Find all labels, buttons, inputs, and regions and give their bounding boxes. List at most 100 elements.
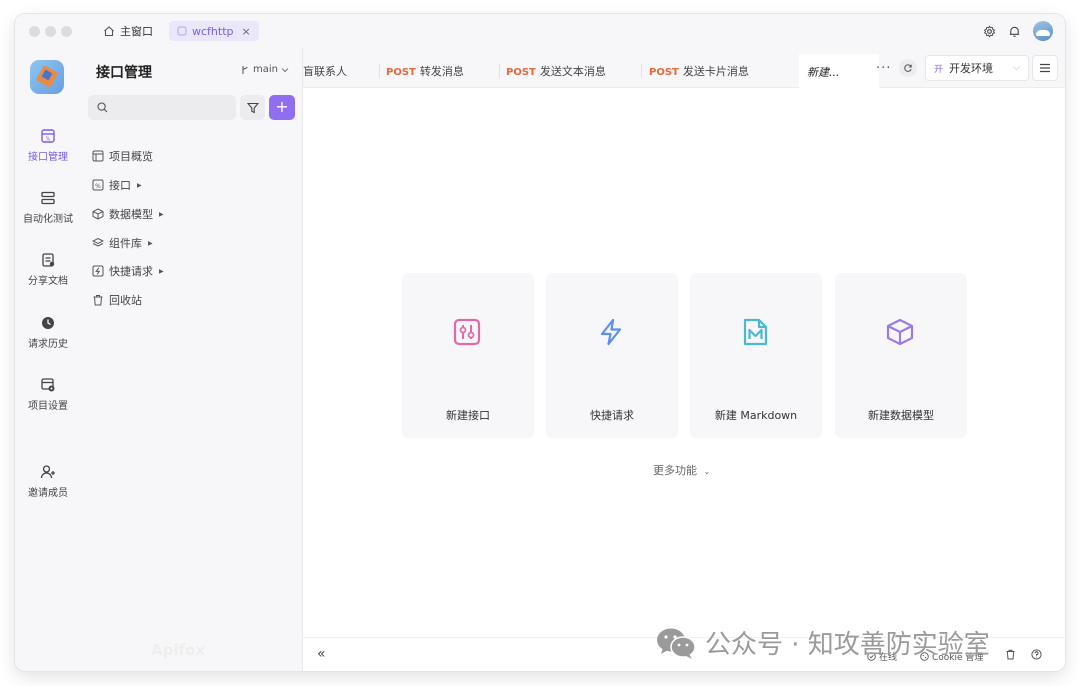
trash-icon[interactable] bbox=[1005, 649, 1016, 660]
history-icon bbox=[42, 317, 54, 329]
share-doc-icon bbox=[42, 253, 55, 267]
avatar[interactable] bbox=[1033, 21, 1053, 41]
tree-item-data-models[interactable]: 数据模型 ▶ bbox=[92, 205, 164, 223]
request-tab[interactable]: POST 转发消息 bbox=[386, 63, 464, 79]
window-close-control[interactable] bbox=[29, 26, 40, 37]
request-tab-active[interactable]: 新建... bbox=[799, 54, 879, 88]
tree-item-label: 项目概览 bbox=[109, 150, 153, 163]
environment-select[interactable]: 开 开发环境 ⌵ bbox=[925, 55, 1029, 81]
app-window: 主窗口 wcfhttp × % 接口管理 自动化测试 分享文档 请求历史 项目设… bbox=[15, 14, 1065, 671]
expand-caret-icon[interactable]: ▶ bbox=[159, 211, 164, 218]
wechat-watermark: 公众号 · 知攻善防实验室 bbox=[655, 624, 990, 661]
collapse-sidebar-button[interactable]: « bbox=[317, 646, 326, 662]
svg-text:%: % bbox=[95, 183, 101, 190]
tab-divider bbox=[641, 64, 642, 78]
tree-item-overview[interactable]: 项目概览 bbox=[92, 147, 153, 165]
close-icon[interactable]: × bbox=[242, 25, 251, 38]
more-features-label: 更多功能 bbox=[653, 464, 697, 477]
tree-item-quick-requests[interactable]: 快捷请求 ▶ bbox=[92, 262, 164, 280]
api-tree-panel: 接口管理 main + 项目概览 % 接口 ▶ 数据模型 ▶ 组件库 ▶ 快捷请… bbox=[81, 48, 303, 671]
branch-icon bbox=[242, 65, 248, 74]
help-icon[interactable] bbox=[1031, 649, 1042, 660]
more-features-toggle[interactable]: 更多功能 ⌄ bbox=[653, 462, 710, 478]
app-logo bbox=[30, 60, 64, 94]
request-tab[interactable]: POST 发送卡片消息 bbox=[649, 63, 749, 79]
tree-item-apis[interactable]: % 接口 ▶ bbox=[92, 176, 142, 194]
env-badge: 开 bbox=[934, 64, 944, 75]
expand-caret-icon[interactable]: ▶ bbox=[148, 240, 153, 247]
svg-text:%: % bbox=[46, 137, 51, 143]
window-tab-home[interactable]: 主窗口 bbox=[103, 21, 153, 41]
tab-divider bbox=[499, 64, 500, 78]
overview-icon bbox=[92, 150, 104, 162]
environment-label: 开发环境 bbox=[949, 62, 994, 75]
rail-item-invite[interactable]: 邀请成员 bbox=[15, 464, 81, 499]
cube-icon bbox=[92, 208, 104, 220]
card-label: 新建数据模型 bbox=[868, 409, 934, 422]
rail-item-history[interactable]: 请求历史 bbox=[15, 315, 81, 350]
request-tab[interactable]: 盲联系人 bbox=[303, 63, 347, 79]
filter-icon bbox=[246, 102, 259, 113]
window-zoom-control[interactable] bbox=[61, 26, 72, 37]
rail-item-automation[interactable]: 自动化测试 bbox=[15, 190, 81, 225]
tree-item-trash[interactable]: 回收站 bbox=[92, 291, 142, 309]
quick-request-card[interactable]: 快捷请求 bbox=[546, 273, 678, 438]
watermark-text: 公众号 · 知攻善防实验室 bbox=[705, 630, 990, 660]
search-input[interactable] bbox=[88, 95, 236, 120]
lightning-icon bbox=[600, 318, 622, 346]
trash-icon bbox=[93, 295, 103, 306]
new-markdown-card[interactable]: 新建 Markdown bbox=[690, 273, 822, 438]
tree-item-label: 接口 bbox=[109, 179, 131, 192]
gear-icon[interactable] bbox=[983, 25, 996, 38]
expand-caret-icon[interactable]: ▶ bbox=[137, 182, 142, 189]
card-label: 新建 Markdown bbox=[714, 409, 798, 422]
window-tab-label: 主窗口 bbox=[120, 25, 153, 38]
card-label: 快捷请求 bbox=[590, 409, 634, 422]
rail-item-label: 邀请成员 bbox=[28, 488, 68, 499]
new-data-model-card[interactable]: 新建数据模型 bbox=[835, 273, 967, 438]
bell-icon[interactable] bbox=[1008, 25, 1021, 38]
top-right-actions bbox=[983, 21, 1053, 41]
tree-item-label: 数据模型 bbox=[109, 208, 153, 221]
expand-caret-icon[interactable]: ▶ bbox=[159, 268, 164, 275]
rail-item-api-management[interactable]: % 接口管理 bbox=[15, 128, 81, 163]
request-tab-label: 转发消息 bbox=[419, 65, 464, 78]
rail-item-label: 分享文档 bbox=[28, 276, 68, 287]
window-tab-label: wcfhttp bbox=[192, 24, 234, 38]
branch-selector[interactable]: main bbox=[241, 64, 289, 75]
tree-item-label: 回收站 bbox=[109, 294, 142, 307]
http-method-badge: POST bbox=[386, 67, 416, 78]
rail-item-share-docs[interactable]: 分享文档 bbox=[15, 252, 81, 287]
tree-item-components[interactable]: 组件库 ▶ bbox=[92, 234, 153, 252]
refresh-icon bbox=[904, 64, 912, 72]
add-button[interactable]: + bbox=[269, 95, 295, 120]
request-tab-label: 发送卡片消息 bbox=[682, 65, 749, 78]
menu-button[interactable] bbox=[1032, 55, 1058, 81]
refresh-button[interactable] bbox=[899, 59, 917, 77]
cube-icon bbox=[886, 318, 914, 346]
new-api-card[interactable]: 新建接口 bbox=[402, 273, 534, 438]
chevron-down-icon bbox=[281, 67, 289, 72]
http-method-badge: POST bbox=[506, 67, 536, 78]
new-api-icon bbox=[453, 318, 481, 346]
invite-icon bbox=[40, 465, 55, 479]
automation-icon bbox=[41, 191, 55, 205]
markdown-icon bbox=[743, 318, 768, 346]
window-minimize-control[interactable] bbox=[45, 26, 56, 37]
chevron-down-icon: ⌄ bbox=[703, 467, 711, 476]
request-tab[interactable]: POST 发送文本消息 bbox=[506, 63, 606, 79]
card-label: 新建接口 bbox=[446, 409, 490, 422]
window-tab-project[interactable]: wcfhttp × bbox=[169, 21, 259, 41]
project-icon bbox=[177, 26, 187, 36]
chevron-down-icon: ⌵ bbox=[1013, 63, 1020, 73]
filter-button[interactable] bbox=[240, 95, 265, 120]
api-icon: % bbox=[92, 179, 104, 191]
more-tabs-button[interactable]: ··· bbox=[876, 61, 891, 76]
request-tabs: 盲联系人 POST 转发消息 POST 发送文本消息 POST 发送卡片消息 新建..… bbox=[303, 48, 1065, 88]
rail-item-project-settings[interactable]: 项目设置 bbox=[15, 377, 81, 412]
settings-icon bbox=[41, 378, 55, 392]
home-icon bbox=[104, 26, 114, 37]
tree-item-label: 组件库 bbox=[109, 237, 142, 250]
tree-item-label: 快捷请求 bbox=[109, 265, 153, 278]
apifox-watermark: Apifox bbox=[151, 641, 205, 659]
